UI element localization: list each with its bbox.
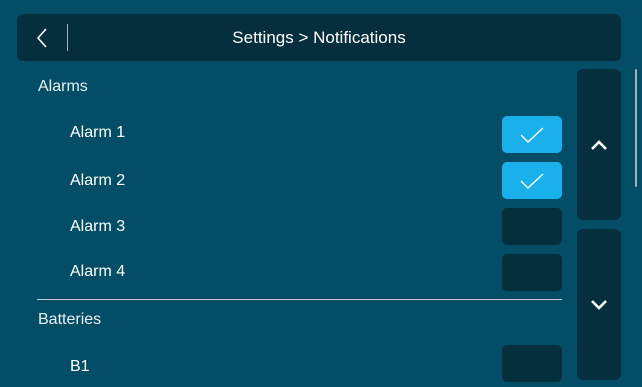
- section-divider: [37, 299, 562, 300]
- scroll-up-button[interactable]: [577, 69, 621, 220]
- scroll-down-button[interactable]: [577, 229, 621, 380]
- checkbox-alarm-2[interactable]: [502, 162, 562, 199]
- checkbox-alarm-1[interactable]: [502, 116, 562, 153]
- settings-list: Alarms Alarm 1 Alarm 2 Alarm 3 Alarm 4 B…: [0, 61, 570, 387]
- section-title-batteries: Batteries: [38, 311, 102, 328]
- checkbox-b1[interactable]: [502, 345, 562, 382]
- check-icon: [520, 172, 544, 189]
- chevron-down-icon: [591, 299, 607, 310]
- chevron-up-icon: [591, 139, 607, 150]
- scrollbar-thumb[interactable]: [635, 69, 637, 187]
- checkbox-alarm-3[interactable]: [502, 208, 562, 245]
- item-label-alarm-1: Alarm 1: [70, 124, 126, 141]
- item-label-alarm-3: Alarm 3: [70, 218, 126, 235]
- item-label-alarm-2: Alarm 2: [70, 172, 126, 189]
- section-title-alarms: Alarms: [38, 78, 88, 95]
- check-icon: [520, 126, 544, 143]
- item-label-b1: B1: [70, 358, 90, 375]
- checkbox-alarm-4[interactable]: [502, 254, 562, 291]
- header-bar: Settings > Notifications: [17, 14, 621, 61]
- page-title: Settings > Notifications: [232, 28, 406, 47]
- item-label-alarm-4: Alarm 4: [70, 263, 126, 280]
